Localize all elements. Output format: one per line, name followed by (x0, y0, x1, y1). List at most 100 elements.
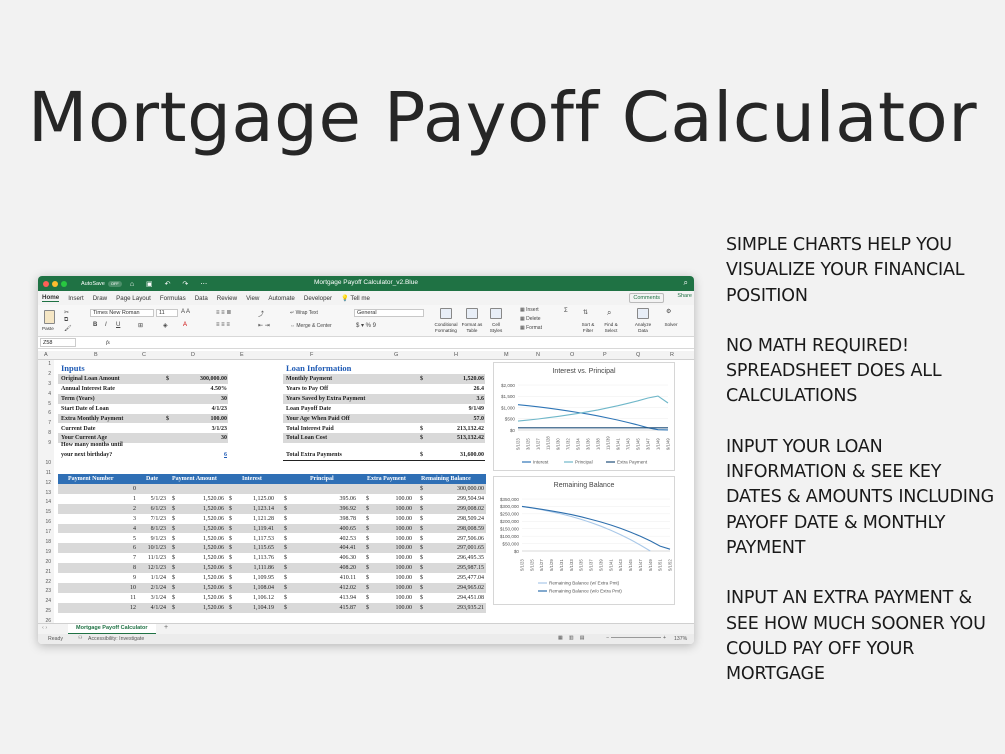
tab-review[interactable]: Review (217, 295, 237, 302)
row-header[interactable]: 13 (38, 488, 54, 499)
row-header[interactable]: 4 (38, 389, 54, 400)
schedule-column-header[interactable]: Payment Amount (172, 474, 232, 484)
schedule-column-header[interactable]: Principal (310, 474, 350, 484)
interest-principal-chart[interactable]: Interest vs. Principal $2,000 $1,500 $1,00… (493, 362, 675, 471)
column-header[interactable]: N (536, 352, 540, 358)
name-box[interactable]: Z58 (40, 338, 76, 347)
tab-insert[interactable]: Insert (68, 295, 83, 302)
schedule-column-header[interactable]: Date (146, 474, 166, 484)
row-header[interactable]: 24 (38, 597, 54, 608)
status-accessibility[interactable]: Accessibility: Investigate (88, 636, 144, 642)
months-value[interactable]: 6 (184, 451, 227, 459)
column-header[interactable]: C (142, 352, 146, 358)
share-button[interactable]: Share (677, 293, 692, 299)
sort-filter-icon[interactable]: ⇅ (583, 309, 588, 316)
row-header[interactable]: 14 (38, 498, 54, 509)
column-header[interactable]: Q (636, 352, 640, 358)
input-value[interactable]: 300,000.00 (174, 375, 227, 383)
number-format-icons[interactable]: $ ▾ % 9 (356, 322, 376, 329)
format-cells-button[interactable]: ▦ Format (520, 325, 542, 331)
cell-styles-icon[interactable] (490, 308, 502, 319)
column-header[interactable]: H (454, 352, 458, 358)
zoom-slider[interactable]: − + (606, 635, 666, 641)
tab-view[interactable]: View (246, 295, 259, 302)
format-as-table-icon[interactable] (466, 308, 478, 319)
find-icon[interactable]: ⌕ (607, 308, 611, 318)
tab-formulas[interactable]: Formulas (160, 295, 186, 302)
schedule-column-header[interactable]: Remaining Balance (421, 474, 485, 484)
column-header[interactable]: E (240, 352, 244, 358)
merge-center-button[interactable]: ⇔ Merge & Center (290, 323, 332, 329)
row-header[interactable]: 21 (38, 567, 54, 578)
sheet-tab[interactable]: Mortgage Payoff Calculator (68, 624, 156, 634)
input-value[interactable]: 30 (174, 395, 227, 403)
tab-tell-me[interactable]: 💡 Tell me (341, 294, 370, 302)
column-header[interactable]: M (504, 352, 509, 358)
column-header[interactable]: O (570, 352, 574, 358)
font-grow-icon[interactable]: A A (181, 309, 190, 315)
tab-page-layout[interactable]: Page Layout (116, 295, 151, 302)
schedule-column-header[interactable]: Extra Payment (367, 474, 417, 484)
row-header[interactable]: 11 (38, 468, 54, 479)
insert-cells-button[interactable]: ▦ Insert (520, 307, 539, 313)
tab-home[interactable]: Home (42, 294, 60, 302)
row-header[interactable]: 18 (38, 538, 54, 548)
column-header[interactable]: P (603, 352, 607, 358)
row-header[interactable]: 16 (38, 518, 54, 529)
accessibility-icon[interactable]: ⚇ (78, 635, 83, 641)
row-header[interactable]: 6 (38, 409, 54, 420)
align-left-icon[interactable]: ≡ ≡ ≡ (216, 322, 230, 328)
column-header[interactable]: R (670, 352, 674, 358)
tab-data[interactable]: Data (195, 295, 208, 302)
borders-icon[interactable]: ⊞ (138, 322, 143, 329)
row-header[interactable]: 2 (38, 369, 54, 380)
orientation-icon[interactable]: ⤴ (258, 309, 264, 318)
remaining-balance-chart[interactable]: Remaining Balance $350,000 $300,000 $250,0… (493, 476, 675, 605)
fill-color-icon[interactable]: ◈ (163, 322, 168, 329)
row-header[interactable]: 1 (38, 360, 54, 370)
paste-icon[interactable] (44, 310, 55, 324)
copy-icon[interactable]: ⧉ (64, 317, 68, 324)
autosum-icon[interactable]: Σ (564, 308, 568, 314)
row-header[interactable]: 5 (38, 399, 54, 410)
schedule-column-header[interactable]: Payment Number (68, 474, 128, 484)
row-header[interactable]: 7 (38, 419, 54, 430)
input-value[interactable]: 30 (174, 434, 227, 442)
cut-icon[interactable]: ✂ (64, 309, 69, 316)
conditional-formatting-icon[interactable] (440, 308, 452, 319)
row-header[interactable]: 10 (38, 458, 54, 469)
tab-automate[interactable]: Automate (268, 295, 294, 302)
number-format-select[interactable]: General (354, 309, 424, 317)
font-color-icon[interactable]: A (183, 322, 187, 328)
row-header[interactable]: 19 (38, 547, 54, 558)
row-header[interactable]: 25 (38, 607, 54, 618)
row-header[interactable]: 20 (38, 557, 54, 568)
tab-developer[interactable]: Developer (304, 295, 332, 302)
row-header[interactable]: 22 (38, 577, 54, 588)
input-value[interactable]: 3/1/23 (174, 425, 227, 433)
search-icon[interactable]: ⌕ (684, 278, 688, 288)
font-size-select[interactable]: 11 (156, 309, 178, 317)
comments-button[interactable]: Comments (629, 293, 664, 303)
underline-icon[interactable]: U (116, 322, 120, 328)
row-header[interactable]: 8 (38, 429, 54, 440)
solver-icon[interactable]: ⚙ (666, 308, 671, 315)
align-top-icon[interactable]: ≡ ≡ ≣ (216, 309, 231, 316)
nav-arrows-icon[interactable]: ‹ › (42, 625, 47, 631)
row-header[interactable]: 3 (38, 379, 54, 390)
input-value[interactable]: 100.00 (174, 415, 228, 423)
column-header[interactable]: B (94, 352, 98, 358)
schedule-column-header[interactable]: Interest (242, 474, 282, 484)
row-header[interactable]: 23 (38, 587, 54, 598)
tab-draw[interactable]: Draw (93, 295, 107, 302)
view-mode-icons[interactable]: ▦▥▤ (558, 635, 591, 641)
row-header[interactable]: 12 (38, 478, 54, 489)
wrap-text-button[interactable]: ↵ Wrap Text (290, 310, 318, 316)
indent-icon[interactable]: ⇤ ⇥ (258, 322, 270, 329)
fx-icon[interactable]: fx (106, 340, 110, 346)
font-name-select[interactable]: Times New Roman (90, 309, 154, 317)
format-painter-icon[interactable]: 🖌 (64, 325, 72, 332)
delete-cells-button[interactable]: ▦ Delete (520, 316, 541, 322)
add-sheet-icon[interactable]: + (164, 624, 168, 631)
column-header[interactable]: A (44, 352, 48, 358)
